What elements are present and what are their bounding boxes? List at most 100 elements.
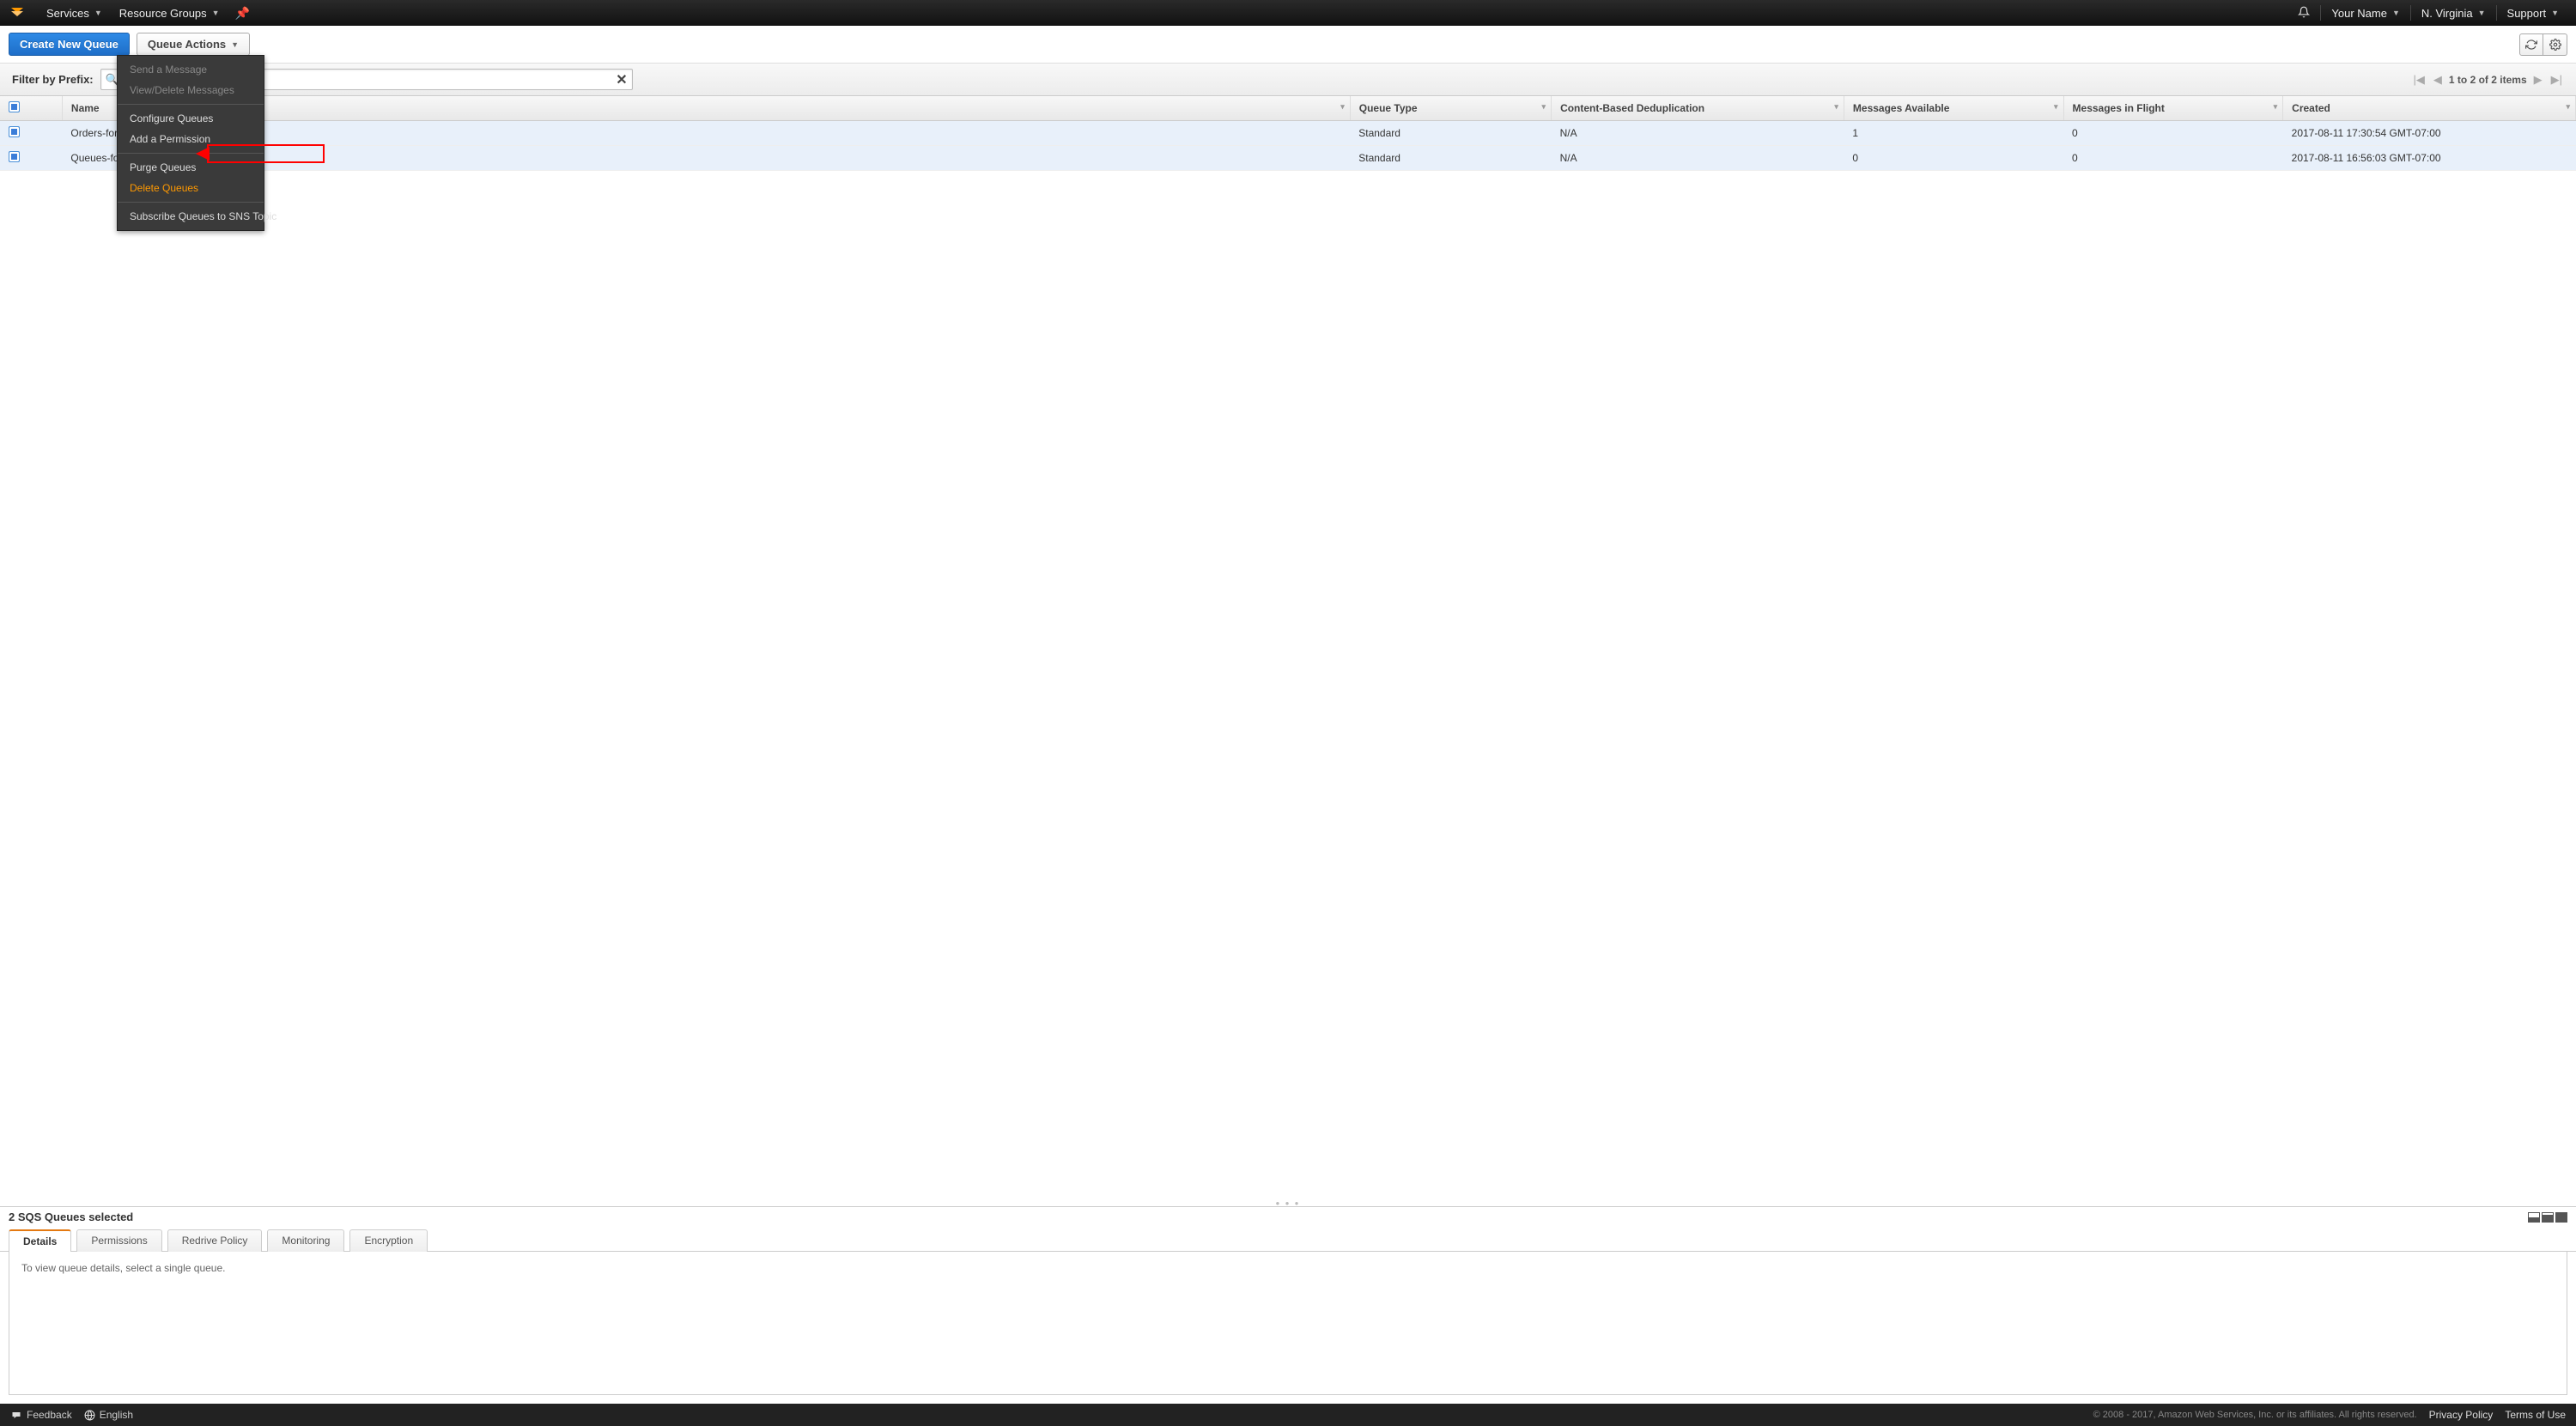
language-selector[interactable]: English (84, 1409, 133, 1421)
col-avail-label: Messages Available (1853, 102, 1950, 114)
cell-dedup: N/A (1552, 121, 1844, 146)
caret-down-icon: ▼ (212, 9, 220, 17)
queue-actions-label: Queue Actions (148, 38, 226, 51)
col-checkbox[interactable] (0, 96, 62, 121)
pager-first-icon[interactable]: |◀ (2412, 73, 2427, 87)
cell-created: 2017-08-11 17:30:54 GMT-07:00 (2283, 121, 2576, 146)
col-msgs-available[interactable]: Messages Available ▾ (1844, 96, 2063, 121)
layout-switcher (2528, 1212, 2567, 1223)
nav-account-label: Your Name (2331, 7, 2387, 20)
pin-icon[interactable]: 📌 (228, 6, 257, 21)
sort-icon: ▾ (2054, 102, 2058, 112)
queue-actions-menu: Send a Message View/Delete Messages Conf… (117, 55, 264, 231)
menu-configure-queues[interactable]: Configure Queues (118, 108, 264, 129)
layout-bottom-icon[interactable] (2528, 1212, 2540, 1223)
col-created-label: Created (2292, 102, 2330, 114)
queue-table-wrap: Name▾ Queue Type▾ Content-Based Deduplic… (0, 96, 2576, 1199)
cell-flight: 0 (2063, 146, 2283, 171)
nav-account[interactable]: Your Name ▼ (2323, 0, 2408, 26)
menu-add-permission[interactable]: Add a Permission (118, 129, 264, 149)
layout-full-icon[interactable] (2555, 1212, 2567, 1223)
sort-icon: ▾ (1834, 102, 1838, 112)
tab-monitoring[interactable]: Monitoring (267, 1229, 344, 1252)
caret-down-icon: ▼ (2551, 9, 2559, 17)
table-row[interactable]: Queues-for-Inventory Standard N/A 0 0 20… (0, 146, 2576, 171)
footer: Feedback English © 2008 - 2017, Amazon W… (0, 1404, 2576, 1426)
tab-permissions[interactable]: Permissions (76, 1229, 161, 1252)
row-checkbox[interactable] (9, 151, 20, 162)
menu-purge-queues[interactable]: Purge Queues (118, 157, 264, 178)
language-label: English (100, 1409, 133, 1421)
split-handle[interactable]: ● ● ● (0, 1199, 2576, 1206)
menu-subscribe-sns[interactable]: Subscribe Queues to SNS Topic (118, 206, 264, 227)
selection-summary: 2 SQS Queues selected (9, 1211, 133, 1223)
action-toolbar: Create New Queue Queue Actions ▼ (0, 26, 2576, 64)
col-type-label: Queue Type (1359, 102, 1418, 114)
nav-services[interactable]: Services ▼ (38, 0, 111, 26)
col-msgs-in-flight[interactable]: Messages in Flight ▾ (2063, 96, 2283, 121)
nav-region-label: N. Virginia (2421, 7, 2473, 20)
cell-created: 2017-08-11 16:56:03 GMT-07:00 (2283, 146, 2576, 171)
sort-icon: ▾ (1340, 102, 1345, 112)
col-flight-label: Messages in Flight (2073, 102, 2165, 114)
nav-resource-groups[interactable]: Resource Groups ▼ (111, 0, 228, 26)
layout-split-icon[interactable] (2542, 1212, 2554, 1223)
feedback-label: Feedback (27, 1409, 72, 1421)
col-name-label: Name (71, 102, 100, 114)
col-dedup[interactable]: Content-Based Deduplication ▾ (1552, 96, 1844, 121)
cell-type: Standard (1350, 121, 1551, 146)
queue-table: Name▾ Queue Type▾ Content-Based Deduplic… (0, 96, 2576, 171)
cell-dedup: N/A (1552, 146, 1844, 171)
sort-icon: ▾ (2274, 102, 2278, 112)
caret-down-icon: ▼ (94, 9, 102, 17)
tab-redrive-policy[interactable]: Redrive Policy (167, 1229, 263, 1252)
pager-last-icon[interactable]: ▶| (2549, 73, 2564, 87)
settings-button[interactable] (2543, 33, 2567, 56)
detail-tabs: Details Permissions Redrive Policy Monit… (0, 1223, 2576, 1252)
filter-label: Filter by Prefix: (12, 73, 94, 86)
cell-avail: 0 (1844, 146, 2063, 171)
nav-support-label: Support (2507, 7, 2547, 20)
col-dedup-label: Content-Based Deduplication (1560, 102, 1704, 114)
cell-avail: 1 (1844, 121, 2063, 146)
caret-down-icon: ▼ (2478, 9, 2486, 17)
menu-delete-queues[interactable]: Delete Queues (118, 178, 264, 198)
terms-link[interactable]: Terms of Use (2505, 1409, 2566, 1421)
nav-region[interactable]: N. Virginia ▼ (2413, 0, 2494, 26)
pager-next-icon[interactable]: ▶ (2532, 73, 2544, 87)
filter-bar: Filter by Prefix: 🔍 ✕ |◀ ◀ 1 to 2 of 2 i… (0, 64, 2576, 96)
toolbar-icon-group (2519, 33, 2567, 56)
tab-details[interactable]: Details (9, 1229, 71, 1252)
create-queue-label: Create New Queue (20, 38, 118, 51)
privacy-link[interactable]: Privacy Policy (2429, 1409, 2494, 1421)
nav-support[interactable]: Support ▼ (2499, 0, 2567, 26)
aws-logo-icon[interactable] (9, 5, 27, 21)
create-queue-button[interactable]: Create New Queue (9, 33, 130, 56)
pager-prev-icon[interactable]: ◀ (2432, 73, 2444, 87)
notifications-icon[interactable] (2289, 6, 2318, 21)
global-nav: Services▼ Resource Groups▼ 📌 Your Name▼ … (0, 0, 2576, 26)
refresh-button[interactable] (2519, 33, 2543, 56)
feedback-link[interactable]: Feedback (10, 1409, 72, 1421)
col-created[interactable]: Created ▾ (2283, 96, 2576, 121)
nav-resource-groups-label: Resource Groups (119, 7, 207, 20)
pager: |◀ ◀ 1 to 2 of 2 items ▶ ▶| (2412, 73, 2564, 87)
tab-encryption[interactable]: Encryption (349, 1229, 428, 1252)
pager-text: 1 to 2 of 2 items (2449, 74, 2527, 86)
copyright-text: © 2008 - 2017, Amazon Web Services, Inc.… (2093, 1410, 2417, 1420)
detail-pane: 2 SQS Queues selected Details Permission… (0, 1206, 2576, 1404)
clear-filter-icon[interactable]: ✕ (616, 71, 627, 88)
queue-actions-button[interactable]: Queue Actions ▼ (137, 33, 250, 56)
caret-down-icon: ▼ (231, 40, 239, 49)
cell-type: Standard (1350, 146, 1551, 171)
caret-down-icon: ▼ (2392, 9, 2400, 17)
table-row[interactable]: Orders-for-Analytics Standard N/A 1 0 20… (0, 121, 2576, 146)
select-all-checkbox[interactable] (9, 101, 20, 112)
sort-icon: ▾ (2566, 102, 2570, 112)
detail-body: To view queue details, select a single q… (9, 1252, 2567, 1395)
col-queue-type[interactable]: Queue Type▾ (1350, 96, 1551, 121)
menu-view-delete-messages: View/Delete Messages (118, 80, 264, 100)
row-checkbox[interactable] (9, 126, 20, 137)
nav-services-label: Services (46, 7, 89, 20)
menu-send-message: Send a Message (118, 59, 264, 80)
